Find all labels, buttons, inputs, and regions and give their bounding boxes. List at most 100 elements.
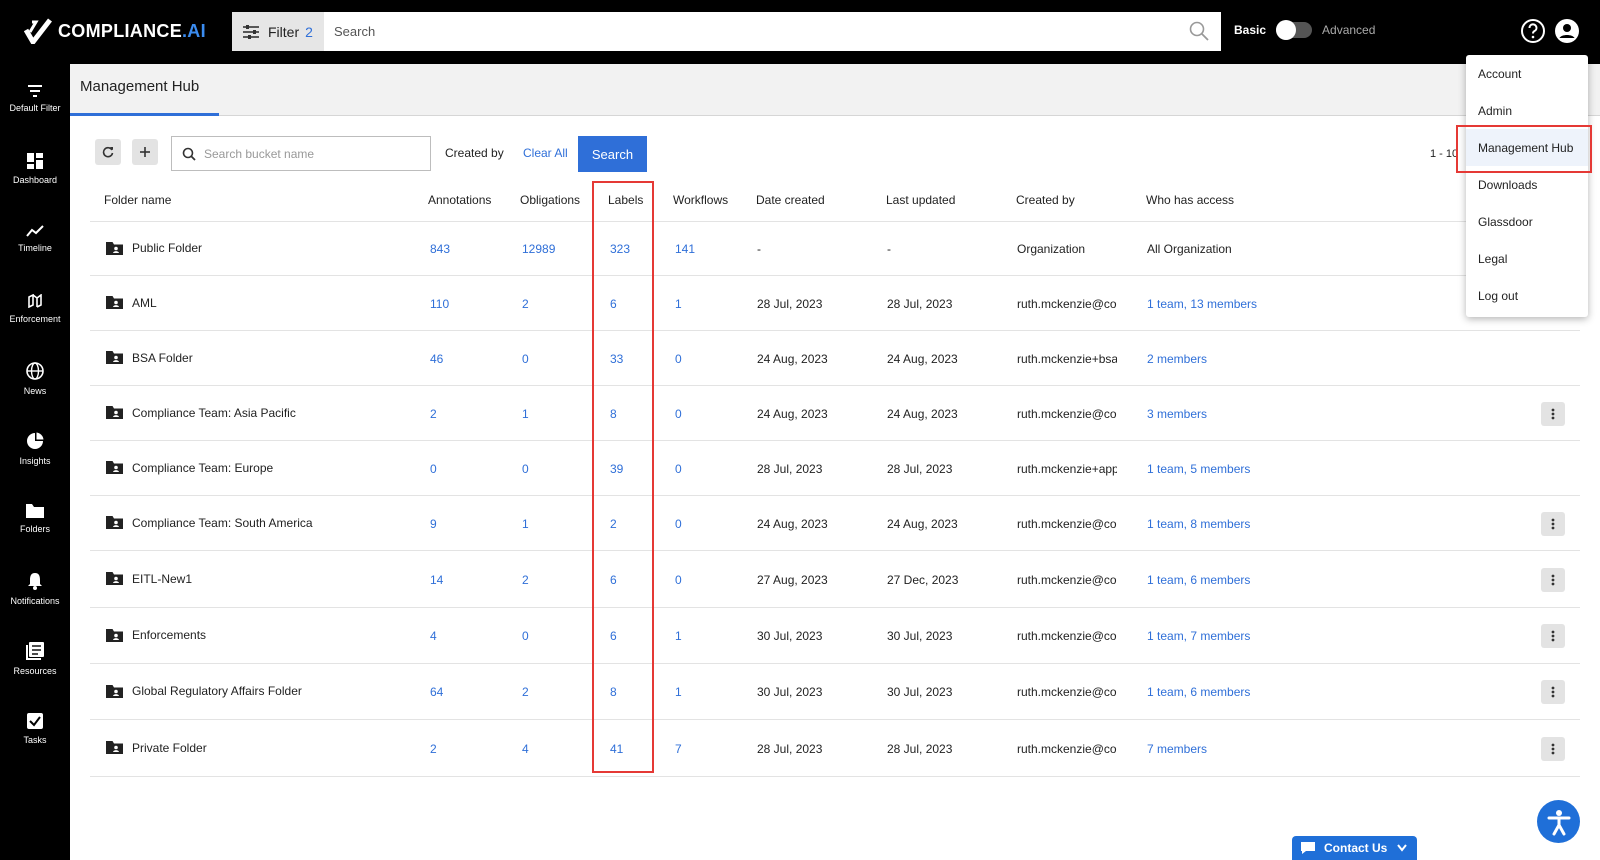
workflows-count[interactable]: 1 xyxy=(675,629,682,643)
labels-count[interactable]: 323 xyxy=(610,242,630,256)
mode-toggle-switch[interactable] xyxy=(1276,20,1313,40)
sidebar-item-tasks[interactable]: Tasks xyxy=(0,694,70,764)
column-header-who-has-access[interactable]: Who has access xyxy=(1146,193,1234,207)
folder-name-cell[interactable]: Compliance Team: Asia Pacific xyxy=(106,406,296,420)
folder-name-cell[interactable]: Compliance Team: Europe xyxy=(106,461,273,475)
menu-item-log-out[interactable]: Log out xyxy=(1466,277,1588,314)
folder-name-cell[interactable]: AML xyxy=(106,296,157,310)
menu-item-account[interactable]: Account xyxy=(1466,55,1588,92)
contact-us-button[interactable]: Contact Us xyxy=(1292,836,1417,860)
row-actions-button[interactable] xyxy=(1541,624,1565,648)
sidebar-item-notifications[interactable]: Notifications xyxy=(0,554,70,624)
labels-count[interactable]: 8 xyxy=(610,685,617,699)
workflows-count[interactable]: 1 xyxy=(675,297,682,311)
who-has-access[interactable]: 3 members xyxy=(1147,407,1207,421)
sidebar-item-folders[interactable]: Folders xyxy=(0,484,70,554)
annotations-count[interactable]: 46 xyxy=(430,352,443,366)
column-header-obligations[interactable]: Obligations xyxy=(520,193,580,207)
who-has-access[interactable]: 1 team, 6 members xyxy=(1147,573,1250,587)
who-has-access[interactable]: 1 team, 8 members xyxy=(1147,517,1250,531)
column-header-date-created[interactable]: Date created xyxy=(756,193,825,207)
sidebar-item-enforcement[interactable]: Enforcement xyxy=(0,274,70,344)
table-row[interactable] xyxy=(90,664,1580,720)
table-row[interactable] xyxy=(90,608,1580,664)
annotations-count[interactable]: 0 xyxy=(430,462,437,476)
folder-name-cell[interactable]: EITL-New1 xyxy=(106,572,192,586)
folder-name-cell[interactable]: BSA Folder xyxy=(106,351,193,365)
global-search-input[interactable] xyxy=(334,24,1154,39)
menu-item-admin[interactable]: Admin xyxy=(1466,92,1588,129)
column-header-created-by[interactable]: Created by xyxy=(1016,193,1075,207)
row-actions-button[interactable] xyxy=(1541,567,1565,592)
table-row[interactable] xyxy=(90,276,1580,331)
who-has-access[interactable]: 1 team, 7 members xyxy=(1147,629,1250,643)
row-actions-button[interactable] xyxy=(1541,401,1565,426)
tab-management-hub[interactable]: Management Hub xyxy=(80,78,199,105)
annotations-count[interactable]: 64 xyxy=(430,685,443,699)
menu-item-legal[interactable]: Legal xyxy=(1466,240,1588,277)
refresh-button[interactable] xyxy=(95,139,121,165)
table-row[interactable] xyxy=(90,720,1580,777)
row-actions-button[interactable] xyxy=(1541,511,1565,536)
workflows-count[interactable]: 7 xyxy=(675,742,682,756)
obligations-count[interactable]: 2 xyxy=(522,297,529,311)
table-row[interactable] xyxy=(90,222,1580,276)
labels-count[interactable]: 33 xyxy=(610,352,623,366)
bucket-search-input[interactable] xyxy=(204,146,404,161)
table-row[interactable] xyxy=(90,386,1580,441)
annotations-count[interactable]: 110 xyxy=(430,297,449,311)
sidebar-item-insights[interactable]: Insights xyxy=(0,414,70,484)
search-button[interactable]: Search xyxy=(578,136,647,172)
who-has-access[interactable]: 7 members xyxy=(1147,742,1207,756)
annotations-count[interactable]: 843 xyxy=(430,242,450,256)
annotations-count[interactable]: 2 xyxy=(430,742,437,756)
row-actions-button[interactable] xyxy=(1541,680,1565,704)
accessibility-button[interactable] xyxy=(1537,800,1580,843)
folder-name-cell[interactable]: Private Folder xyxy=(106,741,207,755)
labels-count[interactable]: 8 xyxy=(610,407,617,421)
table-row[interactable] xyxy=(90,441,1580,496)
sidebar-item-dashboard[interactable]: Dashboard xyxy=(0,134,70,204)
folder-name-cell[interactable]: Global Regulatory Affairs Folder xyxy=(106,684,302,698)
workflows-count[interactable]: 0 xyxy=(675,573,682,587)
search-icon[interactable] xyxy=(1189,21,1209,41)
workflows-count[interactable]: 0 xyxy=(675,352,682,366)
who-has-access[interactable]: 2 members xyxy=(1147,352,1207,366)
who-has-access[interactable]: 1 team, 5 members xyxy=(1147,462,1250,476)
obligations-count[interactable]: 1 xyxy=(522,517,529,531)
obligations-count[interactable]: 0 xyxy=(522,462,529,476)
clear-all-link[interactable]: Clear All xyxy=(523,146,568,160)
workflows-count[interactable]: 0 xyxy=(675,462,682,476)
obligations-count[interactable]: 12989 xyxy=(522,242,555,256)
sidebar-item-news[interactable]: News xyxy=(0,344,70,414)
sidebar-item-resources[interactable]: Resources xyxy=(0,624,70,694)
table-row[interactable] xyxy=(90,551,1580,608)
obligations-count[interactable]: 0 xyxy=(522,629,529,643)
workflows-count[interactable]: 141 xyxy=(675,242,695,256)
created-by-filter[interactable]: Created by xyxy=(445,146,504,160)
labels-count[interactable]: 39 xyxy=(610,462,623,476)
workflows-count[interactable]: 0 xyxy=(675,407,682,421)
table-row[interactable] xyxy=(90,496,1580,551)
labels-count[interactable]: 2 xyxy=(610,517,617,531)
folder-name-cell[interactable]: Compliance Team: South America xyxy=(106,516,313,530)
help-icon[interactable] xyxy=(1520,18,1546,44)
labels-count[interactable]: 41 xyxy=(610,742,623,756)
labels-count[interactable]: 6 xyxy=(610,573,617,587)
filter-button[interactable]: Filter 2 xyxy=(232,12,324,51)
column-header-annotations[interactable]: Annotations xyxy=(428,193,491,207)
annotations-count[interactable]: 14 xyxy=(430,573,443,587)
obligations-count[interactable]: 4 xyxy=(522,742,529,756)
who-has-access[interactable]: 1 team, 13 members xyxy=(1147,297,1257,311)
menu-item-glassdoor[interactable]: Glassdoor xyxy=(1466,203,1588,240)
obligations-count[interactable]: 2 xyxy=(522,685,529,699)
logo[interactable]: COMPLIANCE .AI xyxy=(24,18,206,44)
workflows-count[interactable]: 1 xyxy=(675,685,682,699)
sidebar-item-timeline[interactable]: Timeline xyxy=(0,204,70,274)
folder-name-cell[interactable]: Public Folder xyxy=(106,241,202,255)
row-actions-button[interactable] xyxy=(1541,736,1565,761)
annotations-count[interactable]: 4 xyxy=(430,629,437,643)
column-header-folder-name[interactable]: Folder name xyxy=(104,193,171,207)
add-folder-button[interactable] xyxy=(132,139,158,165)
table-row[interactable] xyxy=(90,331,1580,386)
